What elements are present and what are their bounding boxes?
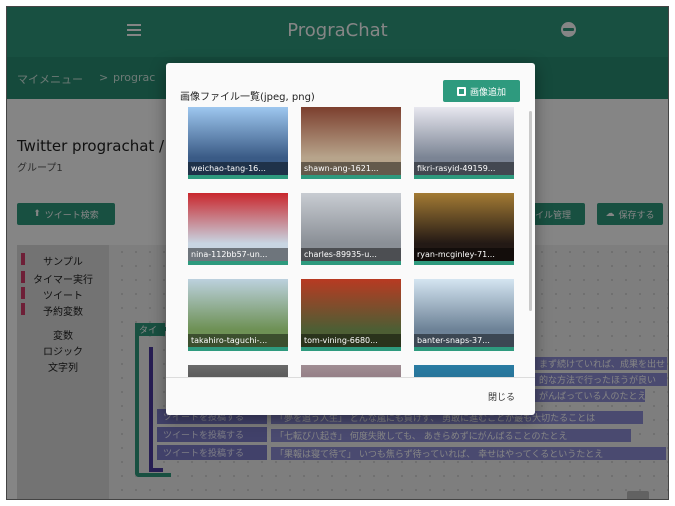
image-thumbnail[interactable]	[301, 365, 401, 377]
add-image-label: 画像追加	[469, 87, 506, 98]
image-filename: tom-vining-6680...	[301, 334, 401, 347]
thumbnail-accent-bar	[188, 175, 288, 179]
image-thumbnail[interactable]: weichao-tang-16...	[188, 107, 288, 179]
image-add-icon	[456, 86, 466, 96]
close-button[interactable]: 閉じる	[488, 390, 515, 403]
image-thumbnail[interactable]	[188, 365, 288, 377]
thumbnail-accent-bar	[414, 347, 514, 351]
thumbnail-accent-bar	[414, 175, 514, 179]
photo-image	[301, 365, 401, 377]
image-thumbnail[interactable]	[414, 365, 514, 377]
image-grid: weichao-tang-16... shawn-ang-1621... fikri…	[166, 107, 535, 377]
thumbnail-accent-bar	[301, 175, 401, 179]
image-filename: takahiro-taguchi-...	[188, 334, 288, 347]
app-frame: PrograChat マイメニュー > prograc Twitter prog…	[6, 6, 669, 500]
image-thumbnail[interactable]: shawn-ang-1621...	[301, 107, 401, 179]
thumbnail-accent-bar	[414, 261, 514, 265]
thumbnail-accent-bar	[301, 261, 401, 265]
dialog-title: 画像ファイル一覧(jpeg, png)	[180, 92, 315, 103]
image-thumbnail[interactable]: charles-89935-u...	[301, 193, 401, 265]
image-thumbnail[interactable]: takahiro-taguchi-...	[188, 279, 288, 351]
image-filename: weichao-tang-16...	[188, 162, 288, 175]
image-filename: nina-112bb57-un...	[188, 248, 288, 261]
image-filename: charles-89935-u...	[301, 248, 401, 261]
image-thumbnail[interactable]: banter-snaps-37...	[414, 279, 514, 351]
thumbnail-accent-bar	[188, 347, 288, 351]
dialog-divider	[166, 377, 535, 378]
image-thumbnail[interactable]: fikri-rasyid-49159...	[414, 107, 514, 179]
image-filename: ryan-mcginley-71...	[414, 248, 514, 261]
thumbnail-accent-bar	[188, 261, 288, 265]
image-thumbnail[interactable]: ryan-mcginley-71...	[414, 193, 514, 265]
image-list-dialog: 画像ファイル一覧(jpeg, png) 画像追加 weichao-tang-16…	[166, 63, 535, 415]
thumbnail-accent-bar	[301, 347, 401, 351]
add-image-button[interactable]: 画像追加	[443, 80, 520, 102]
scrollbar[interactable]	[529, 111, 532, 311]
image-filename: banter-snaps-37...	[414, 334, 514, 347]
image-filename: fikri-rasyid-49159...	[414, 162, 514, 175]
photo-image	[414, 365, 514, 377]
photo-image	[188, 365, 288, 377]
image-thumbnail[interactable]: tom-vining-6680...	[301, 279, 401, 351]
image-thumbnail[interactable]: nina-112bb57-un...	[188, 193, 288, 265]
image-filename: shawn-ang-1621...	[301, 162, 401, 175]
